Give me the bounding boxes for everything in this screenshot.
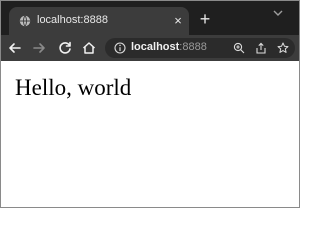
reload-icon[interactable] [57,40,73,56]
close-tab-icon[interactable]: × [171,14,185,28]
browser-window: localhost:8888 × + localhost:8888 Hello,… [0,0,300,208]
share-icon[interactable] [255,42,267,54]
address-bar[interactable]: localhost:8888 [105,38,295,58]
zoom-icon[interactable] [233,42,245,54]
tab-localhost[interactable]: localhost:8888 × [9,7,189,35]
back-arrow-icon[interactable] [7,40,23,56]
home-icon[interactable] [81,40,97,56]
forward-arrow-icon[interactable] [31,40,47,56]
toolbar: localhost:8888 [1,35,299,61]
star-icon[interactable] [277,42,289,54]
page-heading: Hello, world [15,75,132,100]
chevron-down-icon[interactable] [271,7,285,19]
url-host: localhost [131,41,180,53]
url-text[interactable]: localhost:8888 [131,41,207,53]
globe-icon [19,15,31,27]
url-port: :8888 [179,41,207,53]
page-content: Hello, world [1,61,299,207]
tab-title: localhost:8888 [37,14,108,26]
new-tab-button[interactable]: + [197,10,213,28]
info-icon[interactable] [114,42,126,54]
tab-strip: localhost:8888 × + [1,1,299,35]
